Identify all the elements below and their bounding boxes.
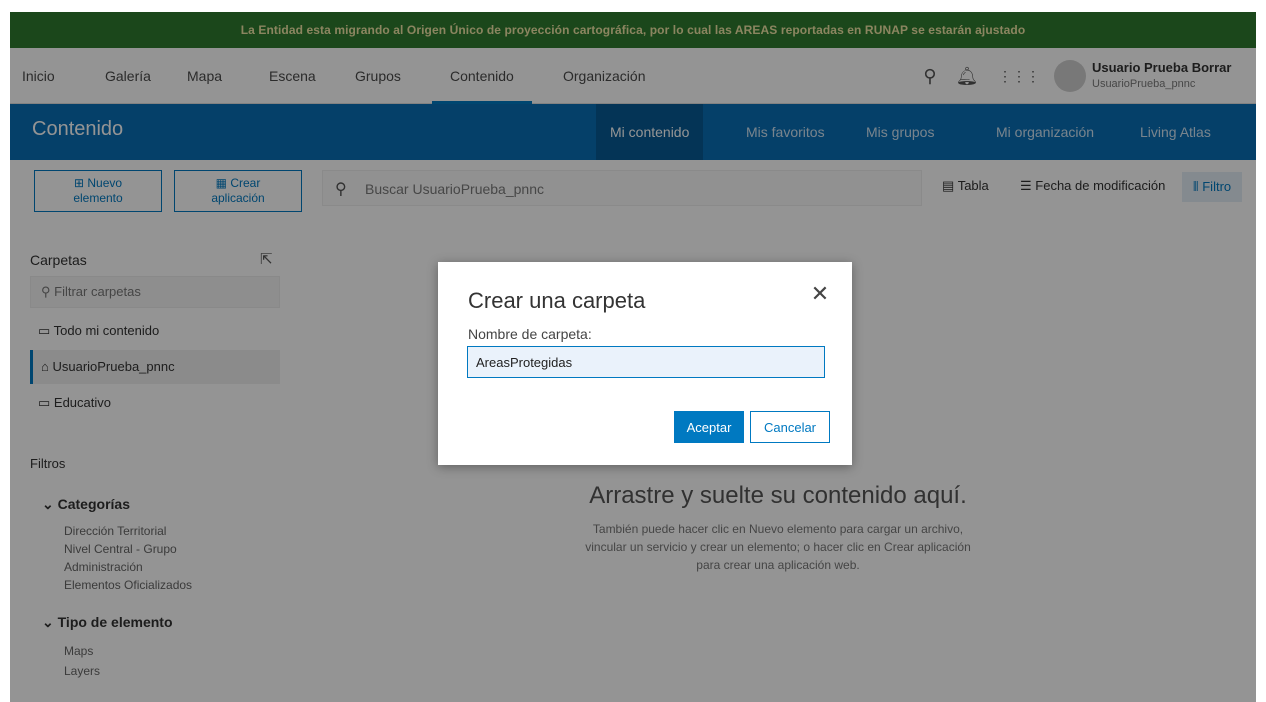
folder-name-input[interactable] xyxy=(467,346,825,378)
folder-name-label: Nombre de carpeta: xyxy=(468,326,592,342)
app-frame: La Entidad esta migrando al Origen Único… xyxy=(10,12,1256,702)
create-folder-dialog: Crear una carpeta ✕ Nombre de carpeta: A… xyxy=(438,262,852,465)
cancel-button[interactable]: Cancelar xyxy=(750,411,830,443)
close-icon[interactable]: ✕ xyxy=(808,282,832,306)
dialog-title: Crear una carpeta xyxy=(468,288,646,313)
accept-button[interactable]: Aceptar xyxy=(674,411,744,443)
